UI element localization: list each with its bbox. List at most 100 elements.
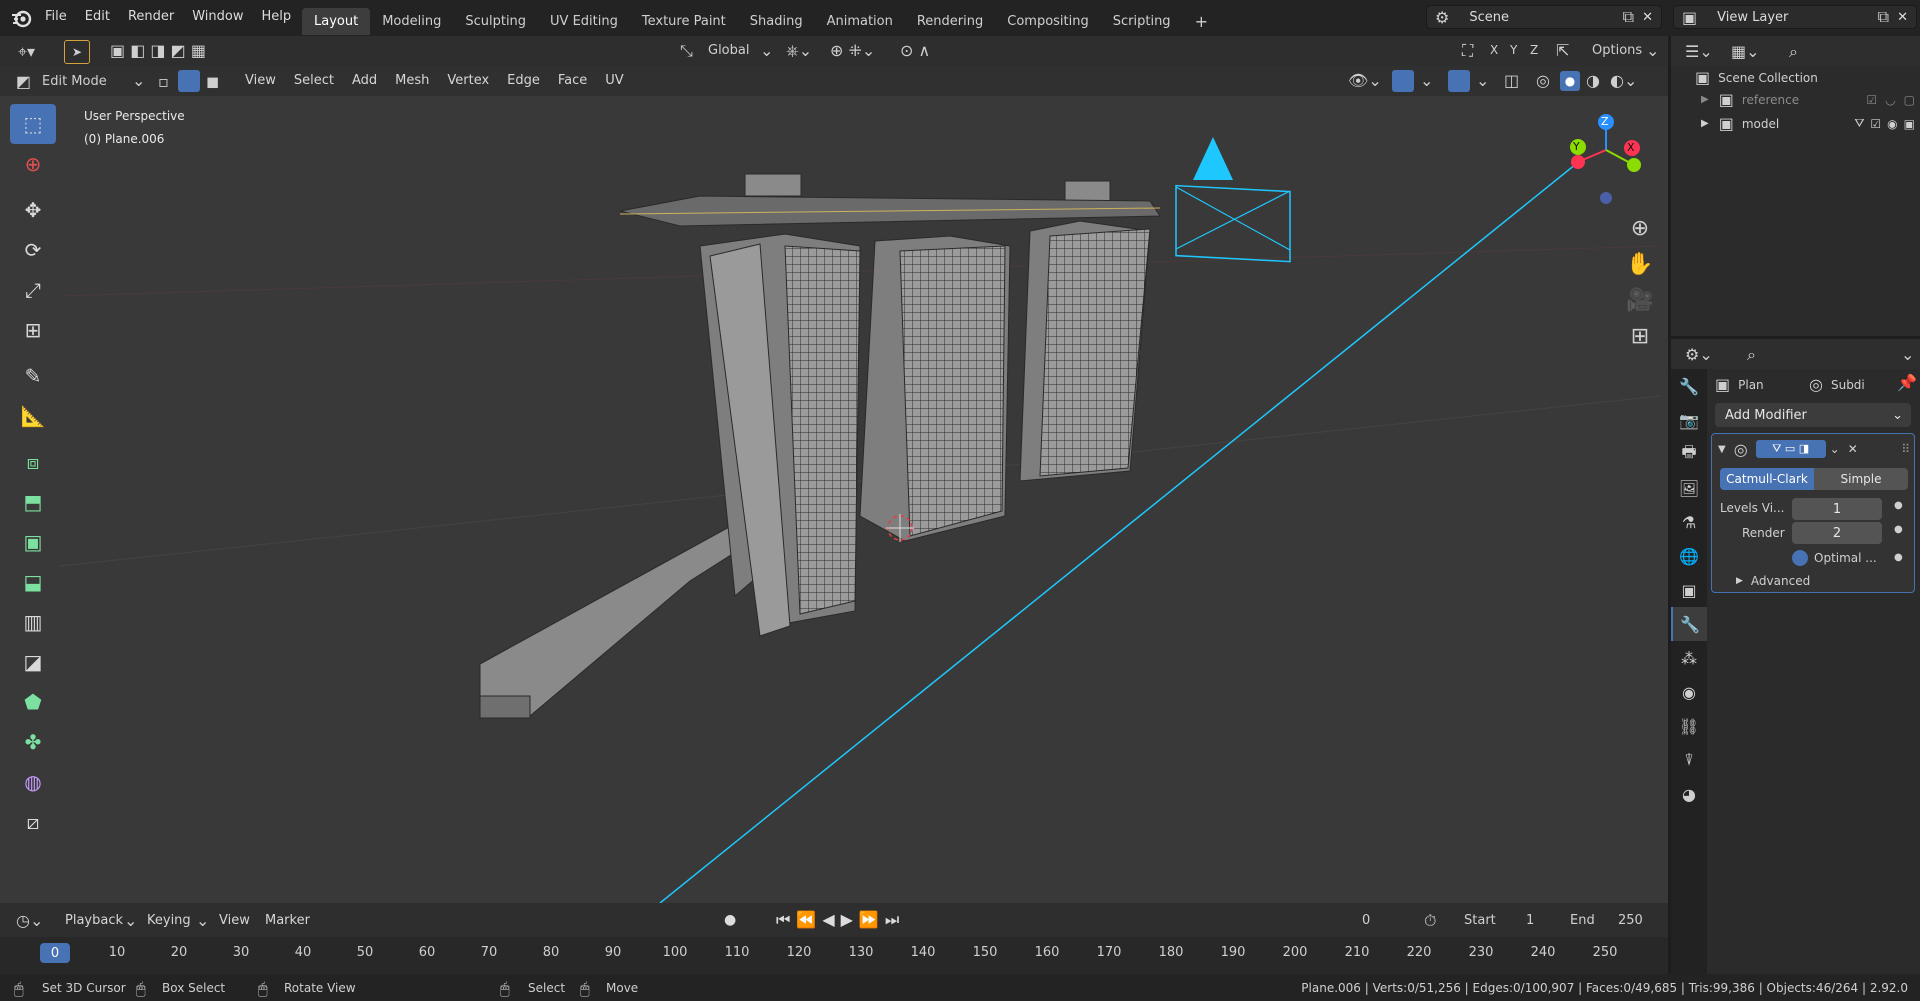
chevron-down-icon[interactable]: ⌄ xyxy=(760,41,773,60)
tab-sculpting[interactable]: Sculpting xyxy=(453,8,538,35)
tool-tab-icon[interactable]: 🔧 xyxy=(1671,369,1707,403)
menu-view-timeline[interactable]: View xyxy=(210,913,259,928)
loop-cut-tool[interactable]: ▥ xyxy=(10,602,56,642)
solid-shading-icon[interactable]: ● xyxy=(1560,71,1580,91)
axis-y-toggle[interactable]: Y xyxy=(1510,43,1517,57)
properties-editor-icon[interactable]: ⚙⌄ xyxy=(1685,345,1713,364)
spin-tool[interactable]: ✤ xyxy=(10,722,56,762)
axis-z-toggle[interactable]: Z xyxy=(1530,43,1538,57)
chevron-down-icon[interactable]: ⌄ xyxy=(132,71,145,90)
modifier-tab-icon[interactable]: 🔧 xyxy=(1671,607,1707,641)
simple-button[interactable]: Simple xyxy=(1814,468,1908,490)
expand-arrow-icon[interactable]: ▶ xyxy=(1701,94,1709,105)
render-levels-field[interactable]: 2 xyxy=(1792,522,1882,544)
scene-selector[interactable]: ⚙ Scene ⧉ ✕ xyxy=(1426,5,1662,29)
menu-add[interactable]: Add xyxy=(343,73,386,88)
3d-viewport[interactable]: ⌖▾ ➤ ▣ ◧ ◨ ◩ ▦ ⤡ Global ⌄ ⎈⌄ ⊕ ⁜⌄ ⊙ ∧ ⛶ … xyxy=(0,36,1668,903)
options-dropdown[interactable]: Options xyxy=(1592,43,1642,58)
optimal-display-checkbox[interactable]: Optimal ... xyxy=(1792,550,1877,566)
record-icon[interactable]: ● xyxy=(724,912,736,928)
menu-help[interactable]: Help xyxy=(253,9,301,24)
world-tab-icon[interactable]: 🌐 xyxy=(1671,539,1707,573)
physics-tab-icon[interactable]: ◉ xyxy=(1671,675,1707,709)
chevron-down-icon[interactable]: ⌄ xyxy=(1901,345,1914,364)
rendered-shading-icon[interactable]: ◐⌄ xyxy=(1610,71,1637,90)
collapse-arrow-icon[interactable]: ▼ xyxy=(1718,444,1726,455)
outliner-editor[interactable]: ☰⌄ ▦⌄ ⌕ ▣ Scene Collection ▶ ▣ reference… xyxy=(1671,36,1920,336)
tab-texture-paint[interactable]: Texture Paint xyxy=(630,8,738,35)
advanced-subpanel[interactable]: ▶ Advanced xyxy=(1736,574,1810,588)
axis-x-toggle[interactable]: X xyxy=(1490,43,1498,57)
smooth-tool[interactable]: ◍ xyxy=(10,762,56,802)
checkbox-icon[interactable]: ☑ xyxy=(1870,117,1881,131)
shear-tool[interactable]: ⧄ xyxy=(10,802,56,842)
copy-icon[interactable]: ⧉ xyxy=(1878,7,1889,27)
annotate-tool[interactable]: ✎ xyxy=(10,356,56,396)
scale-tool[interactable]: ⤢ xyxy=(10,270,56,310)
scene-tab-icon[interactable]: ⚗ xyxy=(1671,505,1707,539)
properties-editor[interactable]: ⚙⌄ ⌕ ⌄ 🔧 📷 🖶 🖼 ⚗ 🌐 ▣ 🔧 ⁂ ◉ ⛓ ⍒ ◕ ▣ Plan … xyxy=(1671,339,1920,974)
proportional-edit-icon[interactable]: ⊙ ∧ xyxy=(900,41,930,60)
chevron-down-icon[interactable]: ⌄ xyxy=(1830,442,1840,456)
topology-mirror-icon[interactable]: ⇱ xyxy=(1556,41,1569,60)
tab-rendering[interactable]: Rendering xyxy=(905,8,995,35)
tab-layout[interactable]: Layout xyxy=(302,8,371,35)
menu-playback[interactable]: Playback xyxy=(56,913,132,928)
display-mode-icon[interactable]: ▦⌄ xyxy=(1731,42,1760,61)
edge-select-icon[interactable] xyxy=(178,70,200,92)
menu-select[interactable]: Select xyxy=(285,73,343,88)
camera-icon[interactable]: ▢ xyxy=(1904,93,1915,107)
transform-orientation[interactable]: Global xyxy=(708,43,749,58)
chevron-down-icon[interactable]: ⌄ xyxy=(1476,71,1489,90)
xray-icon[interactable]: ◫ xyxy=(1504,71,1519,90)
eye-icon[interactable]: ◉ xyxy=(1887,117,1897,131)
selection-mode-icons[interactable]: ▣ ◧ ◨ ◩ ▦ xyxy=(110,41,206,60)
camera-view-icon[interactable]: 🎥 xyxy=(1622,282,1658,318)
mirror-icon[interactable]: ⛶ xyxy=(1462,41,1473,61)
menu-file[interactable]: File xyxy=(36,9,76,24)
snap-icon[interactable]: ⊕ ⁜⌄ xyxy=(830,41,875,60)
tab-scripting[interactable]: Scripting xyxy=(1101,8,1183,35)
search-icon[interactable]: ⌕ xyxy=(1747,345,1756,365)
search-icon[interactable]: ⌕ xyxy=(1789,42,1798,62)
playback-controls[interactable]: ⏮⏪◀▶⏩⏭ xyxy=(776,910,905,930)
menu-vertex[interactable]: Vertex xyxy=(438,73,498,88)
timeline-editor[interactable]: ◷⌄ Playback ⌄ Keying ⌄ View Marker ● ⏮⏪◀… xyxy=(0,903,1668,974)
menu-edit[interactable]: Edit xyxy=(76,9,119,24)
add-modifier-button[interactable]: Add Modifier ⌄ xyxy=(1715,403,1911,427)
material-shading-icon[interactable]: ◑ xyxy=(1586,71,1600,90)
stopwatch-icon[interactable]: ⏱ xyxy=(1424,911,1436,931)
overlays-icon[interactable] xyxy=(1448,70,1470,92)
select-box-tool[interactable]: ⬚ xyxy=(10,104,56,144)
copy-icon[interactable]: ⧉ xyxy=(1623,7,1634,27)
current-frame[interactable]: 0 xyxy=(1362,913,1370,928)
render-tab-icon[interactable]: 📷 xyxy=(1671,403,1707,437)
particles-tab-icon[interactable]: ⁂ xyxy=(1671,641,1707,675)
navigation-gizmo[interactable]: Z Y X xyxy=(1550,108,1650,208)
close-icon[interactable]: ✕ xyxy=(1642,10,1653,25)
mode-selector[interactable]: Edit Mode xyxy=(42,74,107,89)
checkbox-icon[interactable]: ☑ xyxy=(1866,93,1877,107)
keyframe-dot-icon[interactable]: ● xyxy=(1894,500,1903,511)
zoom-icon[interactable]: ⊕ xyxy=(1622,210,1658,246)
expand-arrow-icon[interactable]: ▶ xyxy=(1701,118,1709,129)
outliner-item-model[interactable]: ▶ ▣ model ⛛ ☑ ◉ ▣ xyxy=(1701,114,1915,133)
inset-tool[interactable]: ▣ xyxy=(10,522,56,562)
camera-icon[interactable]: ▣ xyxy=(1904,117,1915,131)
drag-handle-icon[interactable]: ⠿ xyxy=(1901,442,1910,456)
knife-tool[interactable]: ◪ xyxy=(10,642,56,682)
menu-marker[interactable]: Marker xyxy=(256,913,319,928)
eye-hidden-icon[interactable]: ◡ xyxy=(1885,93,1895,107)
close-icon[interactable]: ✕ xyxy=(1897,10,1908,25)
select-tool-icon[interactable]: ➤ xyxy=(64,40,90,64)
menu-keying[interactable]: Keying xyxy=(138,913,200,928)
tab-uv-editing[interactable]: UV Editing xyxy=(538,8,630,35)
tab-modeling[interactable]: Modeling xyxy=(370,8,453,35)
menu-window[interactable]: Window xyxy=(183,9,252,24)
scene-collection-row[interactable]: ▣ Scene Collection xyxy=(1695,68,1818,87)
gizmo-toggle-icon[interactable] xyxy=(1392,70,1414,92)
extrude-tool[interactable]: ⬒ xyxy=(10,482,56,522)
frame-ruler[interactable]: 0 10 20 30 40 50 60 70 80 90 100 110 120 130 140 150 16… xyxy=(0,937,1668,974)
cursor-tool[interactable]: ⊕ xyxy=(10,144,56,184)
rotate-tool[interactable]: ⟳ xyxy=(10,230,56,270)
